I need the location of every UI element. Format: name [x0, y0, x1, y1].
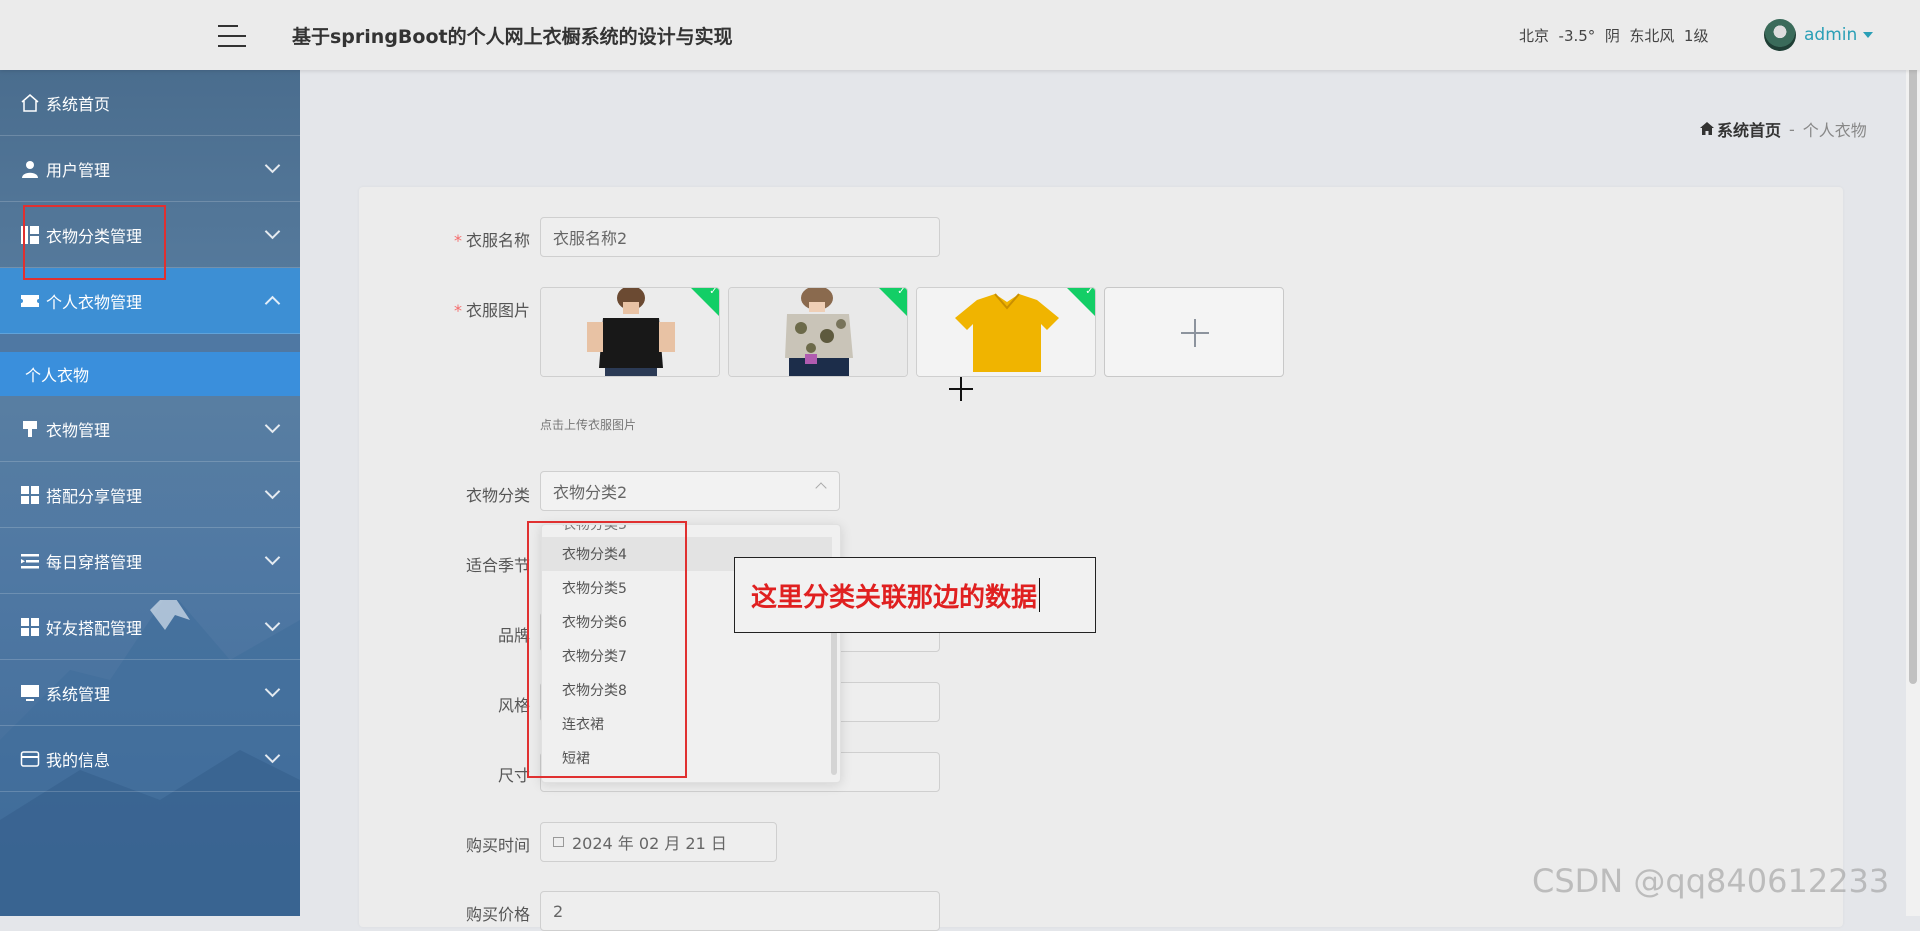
- watermark: CSDN @qq840612233: [1532, 862, 1890, 900]
- sidebar-item-label: 系统首页: [46, 94, 111, 114]
- sidebar-item-category[interactable]: 衣物分类管理: [0, 202, 300, 268]
- black-shirt-image: [541, 288, 719, 376]
- annotation-text: 这里分类关联那边的数据: [751, 582, 1038, 613]
- ticket-icon: [20, 291, 40, 311]
- clothes-image-2[interactable]: ✓: [728, 287, 908, 377]
- user-icon: [20, 159, 40, 179]
- date-label: 购买时间: [465, 836, 530, 855]
- sidebar-item-label: 每日穿搭管理: [46, 552, 143, 572]
- username: admin: [1804, 25, 1858, 45]
- calendar-icon: [553, 837, 564, 847]
- move-cursor-icon: [949, 377, 973, 401]
- sidebar-item-label: 搭配分享管理: [46, 486, 143, 506]
- list-icon: [20, 551, 40, 571]
- dropdown-option[interactable]: 短裙: [542, 741, 832, 775]
- image-label: * 衣服图片: [453, 301, 530, 320]
- sidebar-item-daily-outfit[interactable]: 每日穿搭管理: [0, 528, 300, 594]
- sidebar-item-personal-clothes[interactable]: 个人衣物管理: [0, 268, 300, 334]
- category-label: 衣物分类: [465, 486, 530, 505]
- brand-label: 品牌: [497, 626, 530, 645]
- monitor-icon: [20, 683, 40, 703]
- breadcrumb-home[interactable]: 系统首页: [1717, 117, 1781, 141]
- grid-icon: [20, 617, 40, 637]
- home-icon: [20, 93, 40, 113]
- sidebar-item-friend-outfit[interactable]: 好友搭配管理: [0, 594, 300, 660]
- weather-info: 北京 -3.5° 阴 东北风 1级: [1519, 27, 1709, 45]
- dropdown-option[interactable]: 衣物分类7: [542, 639, 832, 673]
- sidebar-item-clothes[interactable]: 衣物管理: [0, 396, 300, 462]
- size-label: 尺寸: [497, 766, 530, 785]
- sidebar-item-label: 用户管理: [46, 160, 111, 180]
- dropdown-option[interactable]: 连衣裙: [542, 707, 832, 741]
- image-upload-button[interactable]: [1104, 287, 1284, 377]
- home-small-icon: [1700, 120, 1714, 139]
- chevron-up-icon: [815, 482, 827, 494]
- sidebar-item-label: 衣物分类管理: [46, 226, 143, 246]
- chevron-down-icon: [264, 157, 281, 174]
- top-header: 基于springBoot的个人网上衣橱系统的设计与实现 北京 -3.5° 阴 东…: [0, 0, 1920, 70]
- category-select-value: 衣物分类2: [553, 483, 628, 502]
- sidebar-subitem-personal-clothes[interactable]: 个人衣物: [0, 352, 300, 396]
- style-label: 风格: [497, 696, 530, 715]
- chevron-down-icon: [264, 681, 281, 698]
- chevron-down-icon: [264, 417, 281, 434]
- purchase-date-input[interactable]: 2024 年 02 月 21 日: [540, 822, 777, 862]
- grid-icon: [20, 225, 40, 245]
- purchase-date-value: 2024 年 02 月 21 日: [572, 834, 727, 853]
- submenu-spacer: [0, 334, 300, 352]
- avatar: [1764, 19, 1796, 51]
- season-label: 适合季节: [465, 556, 530, 575]
- card-icon: [20, 749, 40, 769]
- dropdown-partial-option: 衣物分类3: [562, 524, 627, 533]
- chevron-down-icon: [264, 483, 281, 500]
- menu-toggle-icon[interactable]: [218, 25, 246, 47]
- sidebar-item-label: 系统管理: [46, 684, 111, 704]
- sidebar-item-label: 衣物管理: [46, 420, 111, 440]
- clothes-image-1[interactable]: ✓: [540, 287, 720, 377]
- clothes-name-input[interactable]: 衣服名称2: [540, 217, 940, 257]
- price-label: 购买价格: [465, 905, 530, 924]
- image-upload-hint: 点击上传衣服图片: [540, 418, 637, 432]
- breadcrumb: 系统首页 - 个人衣物: [1700, 117, 1867, 141]
- sidebar-item-home[interactable]: 系统首页: [0, 70, 300, 136]
- sidebar-item-system[interactable]: 系统管理: [0, 660, 300, 726]
- name-label: * 衣服名称: [453, 231, 530, 250]
- chevron-down-icon: [264, 615, 281, 632]
- sidebar-item-label: 我的信息: [46, 750, 111, 770]
- breadcrumb-current: 个人衣物: [1802, 121, 1867, 140]
- sidebar-item-my-info[interactable]: 我的信息: [0, 726, 300, 792]
- caret-down-icon: [1863, 32, 1874, 38]
- price-input[interactable]: 2: [540, 891, 940, 931]
- sidebar-item-outfit-share[interactable]: 搭配分享管理: [0, 462, 300, 528]
- dropdown-option[interactable]: 衣物分类8: [542, 673, 832, 707]
- page-scrollbar-thumb[interactable]: [1909, 4, 1917, 684]
- grid-icon: [20, 485, 40, 505]
- category-select[interactable]: 衣物分类2: [540, 471, 840, 511]
- chevron-down-icon: [264, 223, 281, 240]
- yellow-polo-image: [917, 288, 1095, 376]
- page-scrollbar[interactable]: [1906, 0, 1920, 916]
- sidebar-item-label: 好友搭配管理: [46, 618, 143, 638]
- user-menu[interactable]: admin: [1764, 18, 1874, 52]
- sidebar-item-users[interactable]: 用户管理: [0, 136, 300, 202]
- chevron-down-icon: [264, 747, 281, 764]
- sidebar: 系统首页 用户管理 衣物分类管理 个人衣物管理 个人衣物 衣物管理 搭配分享管理: [0, 70, 300, 916]
- chevron-down-icon: [264, 549, 281, 566]
- annotation-textbox: 这里分类关联那边的数据: [734, 557, 1096, 633]
- brush-icon: [20, 419, 40, 439]
- clothes-image-3[interactable]: ✓: [916, 287, 1096, 377]
- sidebar-item-label: 个人衣物管理: [46, 292, 143, 312]
- app-title: 基于springBoot的个人网上衣橱系统的设计与实现: [292, 26, 733, 48]
- patterned-shirt-image: [729, 288, 907, 376]
- breadcrumb-separator: -: [1789, 119, 1795, 139]
- text-cursor: [1039, 578, 1041, 612]
- chevron-up-icon: [264, 295, 281, 312]
